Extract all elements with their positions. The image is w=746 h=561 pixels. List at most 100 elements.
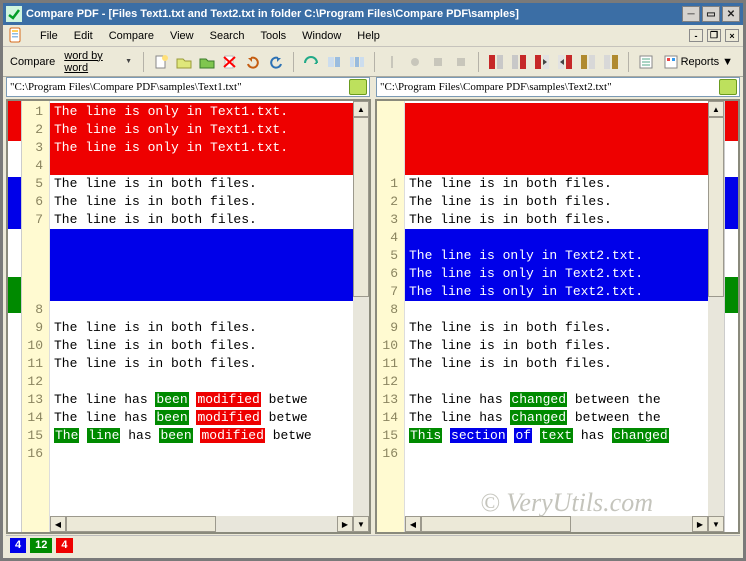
- code-line[interactable]: The line has changed between the: [405, 409, 708, 427]
- right-open-folder-button[interactable]: [719, 79, 737, 95]
- code-line[interactable]: [50, 229, 353, 301]
- code-line[interactable]: [50, 445, 353, 463]
- reports-dropdown[interactable]: Reports ▼: [659, 52, 738, 72]
- left-overview-bar[interactable]: [8, 101, 22, 532]
- code-line[interactable]: This section of text has changed: [405, 427, 708, 445]
- mdi-restore[interactable]: ❐: [707, 29, 721, 42]
- code-line[interactable]: The line is only in Text1.txt.: [50, 103, 353, 121]
- maximize-button[interactable]: ▭: [702, 6, 720, 22]
- left-gutter: 12345678910111213141516: [22, 101, 50, 532]
- code-line[interactable]: [405, 373, 708, 391]
- code-line[interactable]: [405, 301, 708, 319]
- line-number: 1: [377, 175, 404, 193]
- merge-right[interactable]: [555, 51, 575, 73]
- code-line[interactable]: The line is in both files.: [405, 211, 708, 229]
- code-line[interactable]: The line has been modified betwe: [50, 409, 353, 427]
- code-line[interactable]: The line is in both files.: [405, 175, 708, 193]
- code-line[interactable]: [405, 103, 708, 175]
- mdi-close[interactable]: ×: [725, 29, 739, 42]
- code-line[interactable]: [405, 229, 708, 247]
- menu-help[interactable]: Help: [350, 28, 387, 44]
- minimize-button[interactable]: ─: [682, 6, 700, 22]
- code-line[interactable]: The line is only in Text2.txt.: [405, 265, 708, 283]
- line-number: 10: [377, 337, 404, 355]
- line-number: 13: [22, 391, 49, 409]
- code-line[interactable]: [50, 157, 353, 175]
- left-code[interactable]: The line is only in Text1.txt.The line i…: [50, 101, 353, 532]
- code-line[interactable]: The line is only in Text1.txt.: [50, 121, 353, 139]
- scroll-down-icon[interactable]: ▼: [353, 516, 369, 532]
- open-folder-button[interactable]: [197, 51, 217, 73]
- code-line[interactable]: The line has been modified betwe: [50, 427, 353, 445]
- line-number: 6: [377, 265, 404, 283]
- scroll-left-icon[interactable]: ◀: [50, 516, 66, 532]
- nav2-button[interactable]: [405, 51, 425, 73]
- left-pane: 12345678910111213141516 The line is only…: [6, 99, 371, 534]
- right-overview-bar[interactable]: [724, 101, 738, 532]
- open-button[interactable]: [174, 51, 194, 73]
- code-line[interactable]: The line is in both files.: [405, 355, 708, 373]
- left-file-path-input[interactable]: [9, 80, 347, 94]
- code-line[interactable]: The line is in both files.: [50, 319, 353, 337]
- nav4-button[interactable]: [451, 51, 471, 73]
- three-button[interactable]: [347, 51, 367, 73]
- code-line[interactable]: The line is only in Text2.txt.: [405, 283, 708, 301]
- code-line[interactable]: The line is only in Text2.txt.: [405, 247, 708, 265]
- code-line[interactable]: [405, 445, 708, 463]
- copy-block-right[interactable]: [601, 51, 621, 73]
- titlebar: Compare PDF - [Files Text1.txt and Text2…: [3, 3, 743, 25]
- menu-compare[interactable]: Compare: [102, 28, 161, 44]
- code-line[interactable]: The line is in both files.: [50, 355, 353, 373]
- code-line[interactable]: [50, 373, 353, 391]
- nav1-button[interactable]: [382, 51, 402, 73]
- sync-button[interactable]: [301, 51, 321, 73]
- scroll-left-icon[interactable]: ◀: [405, 516, 421, 532]
- menu-view[interactable]: View: [163, 28, 201, 44]
- scroll-down-icon[interactable]: ▼: [708, 516, 724, 532]
- menu-file[interactable]: File: [33, 28, 65, 44]
- left-hscrollbar[interactable]: ◀ ▶: [50, 516, 353, 532]
- scroll-up-icon[interactable]: ▲: [353, 101, 369, 117]
- status-added-count: 4: [10, 538, 26, 553]
- code-line[interactable]: The line is in both files.: [50, 175, 353, 193]
- mdi-minimize[interactable]: -: [689, 29, 703, 42]
- code-line[interactable]: The line is in both files.: [405, 337, 708, 355]
- single-button[interactable]: [324, 51, 344, 73]
- code-line[interactable]: The line is in both files.: [50, 193, 353, 211]
- code-line[interactable]: The line is only in Text1.txt.: [50, 139, 353, 157]
- code-line[interactable]: The line is in both files.: [405, 319, 708, 337]
- menu-edit[interactable]: Edit: [67, 28, 100, 44]
- code-line[interactable]: The line is in both files.: [50, 211, 353, 229]
- new-button[interactable]: [151, 51, 171, 73]
- menu-tools[interactable]: Tools: [253, 28, 293, 44]
- nav3-button[interactable]: [428, 51, 448, 73]
- close-button[interactable]: ✕: [722, 6, 740, 22]
- merge-left[interactable]: [532, 51, 552, 73]
- left-open-folder-button[interactable]: [349, 79, 367, 95]
- copy-block-left[interactable]: [578, 51, 598, 73]
- merge-left-all[interactable]: [486, 51, 506, 73]
- code-line[interactable]: The line has been modified betwe: [50, 391, 353, 409]
- undo-button[interactable]: [243, 51, 263, 73]
- left-vscrollbar[interactable]: ▲ ▼: [353, 101, 369, 532]
- right-code[interactable]: The line is in both files.The line is in…: [405, 101, 708, 532]
- compare-mode-dropdown[interactable]: word by word ▼: [60, 48, 136, 76]
- code-line[interactable]: The line has changed between the: [405, 391, 708, 409]
- scroll-right-icon[interactable]: ▶: [692, 516, 708, 532]
- line-number: 10: [22, 337, 49, 355]
- right-file-path-input[interactable]: [379, 80, 717, 94]
- code-line[interactable]: The line is in both files.: [405, 193, 708, 211]
- redo-button[interactable]: [266, 51, 286, 73]
- scroll-up-icon[interactable]: ▲: [708, 101, 724, 117]
- code-line[interactable]: [50, 301, 353, 319]
- code-line[interactable]: The line is in both files.: [50, 337, 353, 355]
- clear-button[interactable]: [220, 51, 240, 73]
- right-hscrollbar[interactable]: ◀ ▶: [405, 516, 708, 532]
- line-number: 15: [22, 427, 49, 445]
- scroll-right-icon[interactable]: ▶: [337, 516, 353, 532]
- options-button[interactable]: [636, 51, 656, 73]
- menu-window[interactable]: Window: [295, 28, 348, 44]
- menu-search[interactable]: Search: [203, 28, 252, 44]
- merge-right-all[interactable]: [509, 51, 529, 73]
- right-vscrollbar[interactable]: ▲ ▼: [708, 101, 724, 532]
